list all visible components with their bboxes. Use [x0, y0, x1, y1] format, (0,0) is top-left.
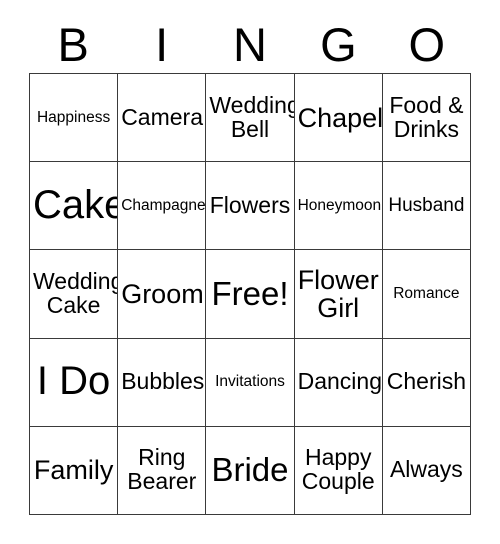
bingo-cell[interactable]: Dancing: [294, 338, 383, 427]
bingo-cell[interactable]: Chapel: [294, 74, 383, 163]
bingo-cell[interactable]: Always: [382, 426, 471, 515]
bingo-cell-label: Food & Drinks: [389, 91, 464, 142]
bingo-cell-label: Bride: [211, 451, 289, 489]
bingo-cell[interactable]: I Do: [30, 338, 119, 427]
bingo-cell-label: Family: [33, 455, 114, 486]
bingo-cell-label: Cherish: [386, 368, 467, 395]
bingo-cell-label: Free!: [211, 274, 289, 312]
bingo-cell[interactable]: Flowers: [206, 162, 295, 251]
bingo-cell-label: Always: [389, 456, 463, 483]
bingo-grid: Happiness Camera Wedding Bell Chapel Food & …: [29, 73, 471, 515]
bingo-cell-label: Romance: [393, 284, 460, 302]
bingo-cell-label: Camera: [121, 103, 203, 130]
bingo-cell[interactable]: Free!: [206, 250, 295, 339]
bingo-cell-label: Flower Girl: [297, 264, 379, 323]
bingo-cell[interactable]: Groom: [118, 250, 207, 339]
bingo-cell-label: Bubbles: [121, 368, 205, 395]
bingo-cell-label: Honeymoon: [297, 196, 382, 214]
bingo-cell[interactable]: Wedding Bell: [206, 74, 295, 163]
bingo-cell[interactable]: Bride: [206, 426, 295, 515]
bingo-cell-label: Wedding Bell: [209, 91, 295, 142]
bingo-cell-label: Cake: [33, 182, 119, 227]
bingo-cell[interactable]: Flower Girl: [294, 250, 383, 339]
bingo-cell[interactable]: Food & Drinks: [382, 74, 471, 163]
bingo-cell[interactable]: Champagne: [118, 162, 207, 251]
bingo-header-letter-o: O: [408, 18, 446, 71]
bingo-cell[interactable]: Husband: [382, 162, 471, 251]
bingo-cell[interactable]: Honeymoon: [294, 162, 383, 251]
bingo-cell-label: Happy Couple: [301, 444, 375, 495]
bingo-cell[interactable]: Family: [30, 426, 119, 515]
bingo-cell-label: Dancing: [297, 368, 382, 395]
bingo-cell-label: Happiness: [36, 108, 111, 126]
bingo-header-letter-g: G: [320, 18, 357, 71]
bingo-cell-label: Champagne: [121, 196, 206, 214]
bingo-cell-label: Invitations: [215, 373, 285, 391]
bingo-cell-label: Flowers: [209, 191, 291, 218]
bingo-cell[interactable]: Invitations: [206, 338, 295, 427]
bingo-cell[interactable]: Bubbles: [118, 338, 207, 427]
bingo-cell[interactable]: Wedding Cake: [30, 250, 119, 339]
bingo-header-letter-i: I: [155, 18, 169, 71]
bingo-cell-label: Wedding Cake: [33, 268, 119, 318]
bingo-cell[interactable]: Romance: [382, 250, 471, 339]
bingo-cell-label: Chapel: [297, 102, 383, 133]
bingo-cell-label: I Do: [36, 359, 111, 404]
bingo-cell-label: Groom: [121, 278, 204, 309]
bingo-cell-label: Ring Bearer: [127, 444, 197, 495]
bingo-cell-label: Husband: [388, 194, 465, 216]
bingo-card: B I N G O Happiness Camera Wedding Bell Cha…: [0, 0, 500, 544]
bingo-cell[interactable]: Cherish: [382, 338, 471, 427]
bingo-cell[interactable]: Happiness: [30, 74, 119, 163]
bingo-cell[interactable]: Happy Couple: [294, 426, 383, 515]
bingo-cell[interactable]: Camera: [118, 74, 207, 163]
bingo-header-letter-n: N: [233, 18, 267, 71]
bingo-header-letter-b: B: [57, 18, 89, 71]
bingo-header: B I N G O: [29, 16, 471, 73]
bingo-cell[interactable]: Ring Bearer: [118, 426, 207, 515]
bingo-cell[interactable]: Cake: [30, 162, 119, 251]
